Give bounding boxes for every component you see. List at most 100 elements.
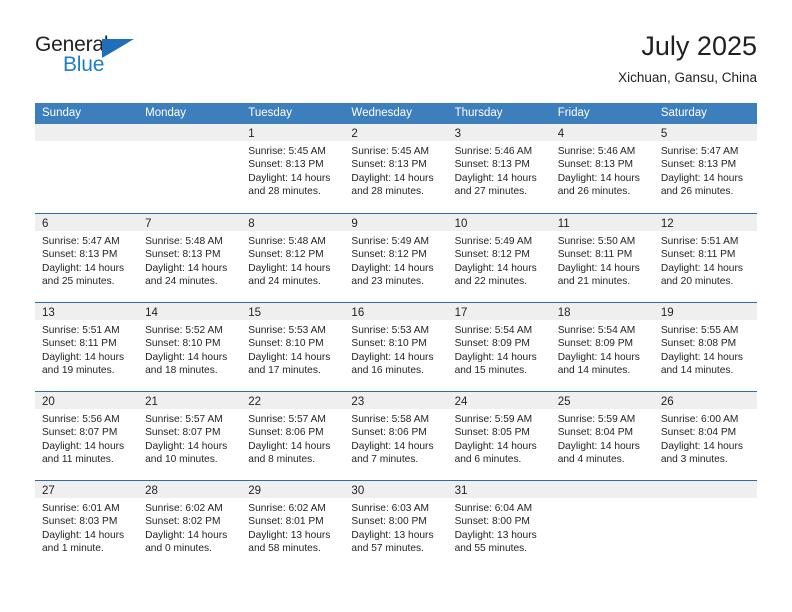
calendar-day-cell[interactable]: 21 Sunrise: 5:57 AM Sunset: 8:07 PM Dayligh…: [138, 392, 242, 480]
calendar-day-cell[interactable]: 2 Sunrise: 5:45 AM Sunset: 8:13 PM Daylight…: [344, 124, 448, 213]
daylight-text-line1: Daylight: 14 hours: [454, 262, 537, 274]
day-detail-lines: Sunrise: 6:00 AM Sunset: 8:04 PM Daylight:…: [654, 409, 757, 467]
daylight-text-line1: Daylight: 14 hours: [145, 262, 228, 274]
daylight-text-line2: and 57 minutes.: [351, 543, 424, 555]
calendar-day-cell[interactable]: 5 Sunrise: 5:47 AM Sunset: 8:13 PM Daylight…: [653, 124, 757, 213]
general-blue-logo[interactable]: General Blue: [35, 33, 155, 85]
day-number: 19: [660, 307, 674, 319]
daylight-text-line2: and 17 minutes.: [248, 365, 321, 377]
sunrise-text: Sunrise: 5:48 AM: [248, 236, 326, 247]
day-number: 23: [351, 396, 365, 408]
day-number: 25: [557, 396, 571, 408]
calendar-day-cell[interactable]: 7 Sunrise: 5:48 AM Sunset: 8:13 PM Daylight…: [138, 214, 242, 302]
sunrise-text: Sunrise: 5:59 AM: [557, 414, 636, 425]
day-number: 6: [42, 218, 49, 230]
day-number: 11: [557, 218, 570, 230]
calendar-day-cell[interactable]: 1 Sunrise: 5:45 AM Sunset: 8:13 PM Daylight…: [241, 124, 345, 213]
calendar-day-cell[interactable]: 22 Sunrise: 5:57 AM Sunset: 8:06 PM Dayligh…: [241, 392, 345, 480]
sunset-text: Sunset: 8:07 PM: [145, 427, 221, 439]
calendar-day-cell[interactable]: 8 Sunrise: 5:48 AM Sunset: 8:12 PM Daylight…: [241, 214, 345, 302]
day-number: 12: [660, 218, 674, 230]
daylight-text-line2: and 24 minutes.: [145, 276, 218, 288]
day-number-band: 14: [138, 303, 242, 320]
calendar-day-cell[interactable]: 26 Sunrise: 6:00 AM Sunset: 8:04 PM Dayligh…: [653, 392, 757, 480]
calendar-day-cell[interactable]: 25 Sunrise: 5:59 AM Sunset: 8:04 PM Dayligh…: [550, 392, 654, 480]
calendar-day-cell[interactable]: 6 Sunrise: 5:47 AM Sunset: 8:13 PM Daylight…: [35, 214, 139, 302]
calendar-day-cell[interactable]: 10 Sunrise: 5:49 AM Sunset: 8:12 PM Dayligh…: [447, 214, 551, 302]
calendar-day-cell[interactable]: 31 Sunrise: 6:04 AM Sunset: 8:00 PM Dayligh…: [447, 481, 551, 569]
day-number-band: 20: [35, 392, 139, 409]
daylight-text-line2: and 22 minutes.: [454, 276, 528, 288]
day-number-band: 7: [138, 214, 242, 231]
calendar-day-cell[interactable]: 15 Sunrise: 5:53 AM Sunset: 8:10 PM Dayligh…: [241, 303, 345, 391]
daylight-text-line1: Daylight: 14 hours: [248, 351, 331, 363]
sunset-text: Sunset: 8:11 PM: [42, 338, 117, 350]
calendar-day-cell[interactable]: 9 Sunrise: 5:49 AM Sunset: 8:12 PM Daylight…: [344, 214, 448, 302]
daylight-text-line2: and 58 minutes.: [248, 543, 321, 555]
daylight-text-line1: Daylight: 14 hours: [557, 172, 640, 184]
sunset-text: Sunset: 8:13 PM: [351, 159, 427, 171]
calendar-day-cell[interactable]: 29 Sunrise: 6:02 AM Sunset: 8:01 PM Dayligh…: [241, 481, 345, 569]
day-number-band: 29: [241, 481, 345, 498]
calendar-day-cell[interactable]: 16 Sunrise: 5:53 AM Sunset: 8:10 PM Dayligh…: [344, 303, 448, 391]
daylight-text-line2: and 16 minutes.: [351, 365, 424, 377]
location-subtitle: Xichuan, Gansu, China: [618, 70, 757, 85]
sunset-text: Sunset: 8:00 PM: [454, 516, 530, 528]
calendar-page: General Blue July 2025 Xichuan, Gansu, C…: [0, 0, 792, 612]
sunset-text: Sunset: 8:05 PM: [454, 427, 530, 439]
sunset-text: Sunset: 8:09 PM: [454, 338, 530, 350]
calendar-day-cell[interactable]: 27 Sunrise: 6:01 AM Sunset: 8:03 PM Dayligh…: [35, 481, 139, 569]
sunrise-text: Sunrise: 5:53 AM: [248, 325, 326, 336]
calendar-day-cell[interactable]: 11 Sunrise: 5:50 AM Sunset: 8:11 PM Dayligh…: [550, 214, 654, 302]
day-number: 16: [351, 307, 365, 319]
calendar-day-cell[interactable]: 20 Sunrise: 5:56 AM Sunset: 8:07 PM Dayligh…: [35, 392, 139, 480]
calendar-day-cell[interactable]: 3 Sunrise: 5:46 AM Sunset: 8:13 PM Daylight…: [447, 124, 551, 213]
calendar-day-cell[interactable]: 30 Sunrise: 6:03 AM Sunset: 8:00 PM Dayligh…: [344, 481, 448, 569]
sunset-text: Sunset: 8:06 PM: [248, 427, 324, 439]
sunset-text: Sunset: 8:10 PM: [145, 338, 221, 350]
daylight-text-line1: Daylight: 14 hours: [351, 440, 434, 452]
calendar-day-cell[interactable]: 13 Sunrise: 5:51 AM Sunset: 8:11 PM Dayligh…: [35, 303, 139, 391]
calendar-day-cell[interactable]: 17 Sunrise: 5:54 AM Sunset: 8:09 PM Dayligh…: [447, 303, 551, 391]
calendar-day-cell[interactable]: 4 Sunrise: 5:46 AM Sunset: 8:13 PM Daylight…: [550, 124, 654, 213]
weekday-header-thursday: Thursday: [454, 107, 503, 119]
daylight-text-line2: and 7 minutes.: [351, 454, 419, 466]
sunrise-text: Sunrise: 5:53 AM: [351, 325, 430, 336]
day-detail-lines: Sunrise: 5:52 AM Sunset: 8:10 PM Daylight:…: [138, 320, 241, 378]
page-title: July 2025: [641, 31, 757, 61]
calendar-day-cell[interactable]: 12 Sunrise: 5:51 AM Sunset: 8:11 PM Dayligh…: [653, 214, 757, 302]
day-number: 17: [454, 307, 468, 319]
day-detail-lines: Sunrise: 6:02 AM Sunset: 8:01 PM Daylight:…: [241, 498, 344, 556]
daylight-text-line1: Daylight: 14 hours: [557, 440, 640, 452]
daylight-text-line1: Daylight: 14 hours: [454, 172, 537, 184]
daylight-text-line1: Daylight: 14 hours: [351, 351, 434, 363]
calendar-day-cell[interactable]: 23 Sunrise: 5:58 AM Sunset: 8:06 PM Dayligh…: [344, 392, 448, 480]
day-number-band: 26: [653, 392, 757, 409]
day-detail-lines: Sunrise: 5:49 AM Sunset: 8:12 PM Daylight:…: [448, 231, 551, 289]
sunrise-text: Sunrise: 5:47 AM: [660, 146, 739, 157]
day-number-band: 19: [653, 303, 757, 320]
day-number: 14: [145, 307, 158, 319]
calendar-day-cell[interactable]: 18 Sunrise: 5:54 AM Sunset: 8:09 PM Dayligh…: [550, 303, 654, 391]
calendar-body: 1 Sunrise: 5:45 AM Sunset: 8:13 PM Daylight…: [35, 124, 757, 569]
daylight-text-line1: Daylight: 14 hours: [248, 172, 331, 184]
day-number-band: 31: [447, 481, 551, 498]
day-detail-lines: Sunrise: 5:47 AM Sunset: 8:13 PM Daylight:…: [654, 141, 757, 199]
sunset-text: Sunset: 8:04 PM: [557, 427, 634, 439]
calendar-day-cell[interactable]: 24 Sunrise: 5:59 AM Sunset: 8:05 PM Dayligh…: [447, 392, 551, 480]
sunset-text: Sunset: 8:13 PM: [145, 249, 221, 261]
calendar-day-cell[interactable]: 28 Sunrise: 6:02 AM Sunset: 8:02 PM Dayligh…: [138, 481, 242, 569]
calendar-day-cell[interactable]: 14 Sunrise: 5:52 AM Sunset: 8:10 PM Dayligh…: [138, 303, 242, 391]
daylight-text-line1: Daylight: 14 hours: [351, 172, 434, 184]
calendar-day-cell[interactable]: 19 Sunrise: 5:55 AM Sunset: 8:08 PM Dayligh…: [653, 303, 757, 391]
day-detail-lines: Sunrise: 5:50 AM Sunset: 8:11 PM Daylight:…: [551, 231, 654, 289]
day-number-band: 24: [447, 392, 551, 409]
sunset-text: Sunset: 8:13 PM: [454, 159, 530, 171]
daylight-text-line1: Daylight: 14 hours: [454, 440, 537, 452]
day-number: 1: [248, 128, 255, 140]
sunrise-text: Sunrise: 5:55 AM: [660, 325, 739, 336]
calendar-week-row: 1 Sunrise: 5:45 AM Sunset: 8:13 PM Daylight…: [35, 124, 757, 213]
daylight-text-line2: and 28 minutes.: [351, 186, 424, 198]
daylight-text-line2: and 27 minutes.: [454, 186, 528, 198]
daylight-text-line2: and 0 minutes.: [145, 543, 212, 555]
